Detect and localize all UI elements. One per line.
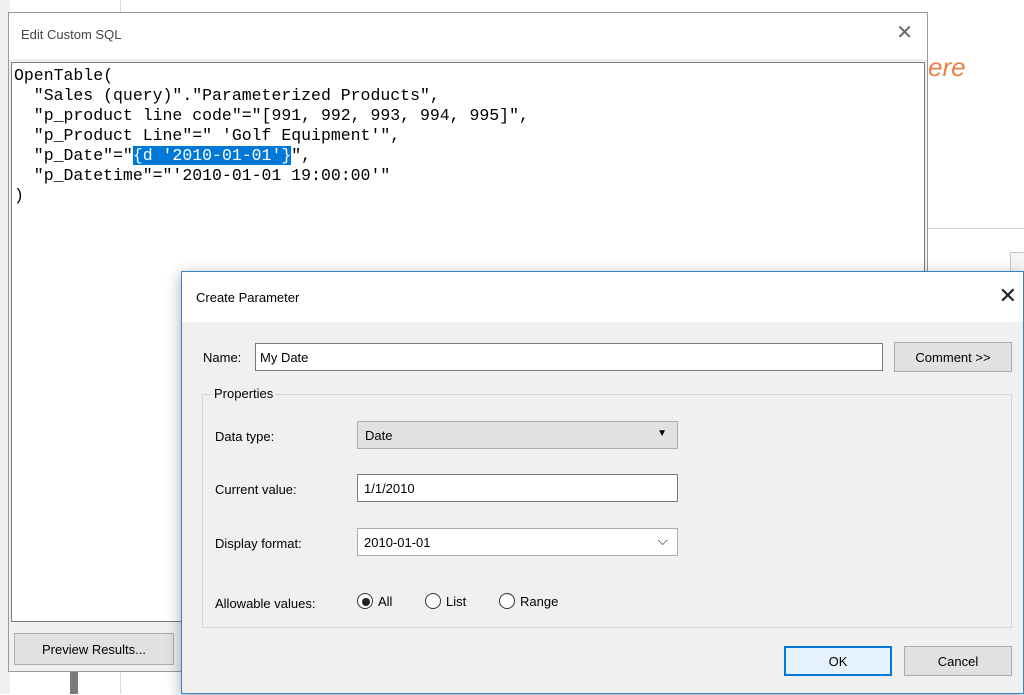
- dropdown-arrow-icon: ▼: [657, 428, 667, 439]
- radio-selected-icon: [357, 593, 373, 609]
- radio-label: List: [446, 594, 467, 609]
- comment-button[interactable]: Comment >>: [894, 342, 1012, 372]
- current-value-input[interactable]: [357, 474, 678, 502]
- name-label: Name:: [203, 350, 242, 365]
- properties-legend: Properties: [212, 386, 276, 401]
- radio-unselected-icon: [499, 593, 515, 609]
- sql-selected-text[interactable]: {d '2010-01-01'}: [132, 146, 292, 165]
- data-type-value: Date: [365, 428, 393, 443]
- param-dialog-title: Create Parameter: [196, 290, 300, 305]
- data-type-label: Data type:: [215, 429, 275, 444]
- allowable-values-label: Allowable values:: [215, 596, 316, 611]
- sql-window-titlebar: Edit Custom SQL ✕: [9, 13, 927, 59]
- close-icon[interactable]: ✕: [896, 21, 913, 45]
- current-value-label: Current value:: [215, 482, 297, 497]
- display-format-value: 2010-01-01: [364, 535, 431, 550]
- background-partial-text: ere: [928, 52, 966, 82]
- close-icon[interactable]: ✕: [999, 284, 1017, 308]
- name-input[interactable]: [255, 343, 883, 371]
- sql-line: "p_Datetime"="'2010-01-01 19:00:00'": [14, 166, 391, 185]
- param-dialog-titlebar: Create Parameter ✕: [182, 272, 1023, 322]
- display-format-combo[interactable]: 2010-01-01 ⌵: [357, 528, 678, 556]
- cancel-button[interactable]: Cancel: [904, 646, 1012, 676]
- sql-line: "p_product line code"="[991, 992, 993, 9…: [14, 106, 529, 125]
- chevron-down-icon: ⌵: [657, 532, 668, 548]
- sql-line: "p_Date"="{d '2010-01-01'}",: [14, 146, 924, 166]
- sql-window-title: Edit Custom SQL: [21, 27, 122, 42]
- sql-line: "p_Product Line"=" 'Golf Equipment'",: [14, 126, 401, 145]
- radio-unselected-icon: [425, 593, 441, 609]
- sql-line: ): [14, 186, 24, 205]
- sql-line: "Sales (query)"."Parameterized Products"…: [14, 86, 440, 105]
- radio-label: Range: [520, 594, 559, 609]
- preview-results-button[interactable]: Preview Results...: [14, 633, 174, 665]
- radio-label: All: [378, 594, 393, 609]
- sql-text: "p_Date"=": [14, 146, 133, 165]
- sql-text: ",: [291, 146, 312, 165]
- sql-line: OpenTable(: [14, 66, 114, 85]
- data-type-select[interactable]: Date ▼: [357, 421, 678, 449]
- ok-button[interactable]: OK: [784, 646, 892, 676]
- create-parameter-dialog: Create Parameter ✕ Name: Comment >> Prop…: [181, 271, 1024, 694]
- display-format-label: Display format:: [215, 536, 302, 551]
